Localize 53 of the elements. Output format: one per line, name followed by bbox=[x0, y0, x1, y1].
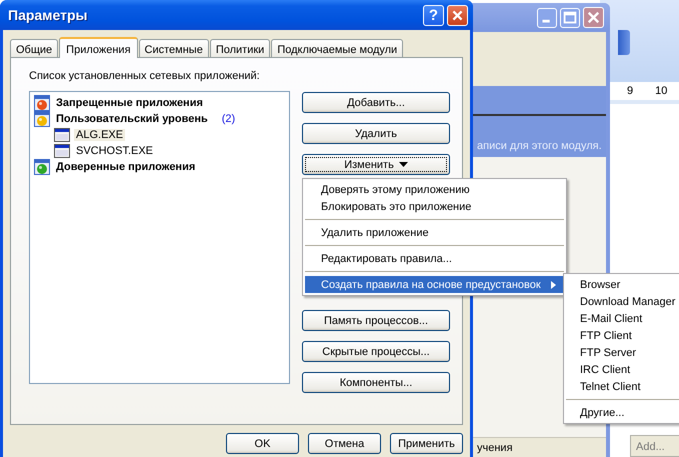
window-icon bbox=[54, 128, 70, 142]
tree-item[interactable]: ALG.EXE bbox=[74, 129, 126, 141]
status-light-icon bbox=[34, 111, 50, 127]
menu-item[interactable]: Блокировать это приложение bbox=[305, 198, 564, 215]
list-label: Список установленных сетевых приложений: bbox=[29, 70, 261, 82]
dialog-button[interactable]: OK bbox=[226, 433, 299, 454]
menu-item[interactable]: Другие... bbox=[566, 404, 679, 421]
window-title: Параметры bbox=[8, 7, 89, 23]
tree-item[interactable]: Запрещенные приложения bbox=[54, 97, 205, 109]
banner-text: аписи для этого модуля. bbox=[477, 140, 602, 152]
close-icon[interactable] bbox=[447, 4, 468, 26]
status-light-icon bbox=[34, 95, 50, 111]
submenu-item[interactable]: Создать правила на основе предустановок bbox=[305, 276, 564, 293]
dialog-button[interactable]: Отмена bbox=[308, 433, 381, 454]
tab[interactable]: Системные bbox=[138, 39, 209, 57]
tab[interactable]: Политики bbox=[210, 39, 270, 57]
dropdown-arrow-icon bbox=[398, 162, 408, 167]
menu-item[interactable]: FTP Server bbox=[566, 344, 679, 361]
minimize-icon[interactable] bbox=[537, 8, 557, 28]
status-light-icon bbox=[34, 159, 50, 175]
action-button[interactable]: Добавить... bbox=[302, 92, 450, 113]
maximize-icon[interactable] bbox=[560, 8, 580, 28]
tab[interactable]: Приложения bbox=[59, 37, 138, 58]
status-text: учения bbox=[477, 442, 513, 454]
menu-item[interactable]: Удалить приложение bbox=[305, 224, 564, 241]
menu-item[interactable]: Browser bbox=[566, 276, 679, 293]
tab[interactable]: Общие bbox=[10, 39, 58, 57]
menu-item[interactable]: Редактировать правила... bbox=[305, 250, 564, 267]
action-button[interactable]: Скрытые процессы... bbox=[302, 341, 450, 362]
window-icon bbox=[54, 144, 70, 158]
action-button[interactable]: Память процессов... bbox=[302, 310, 450, 331]
tree-item[interactable]: SVCHOST.EXE bbox=[74, 145, 156, 157]
close-icon[interactable] bbox=[583, 7, 604, 28]
ruler-number: 10 bbox=[655, 85, 668, 97]
menu-item[interactable]: IRC Client bbox=[566, 361, 679, 378]
dialog-button[interactable]: Применить bbox=[390, 433, 463, 454]
tree-item[interactable]: Доверенные приложения bbox=[54, 161, 198, 173]
tree-item[interactable]: Пользовательский уровень bbox=[54, 113, 210, 125]
add-button[interactable]: Add... bbox=[630, 435, 679, 457]
menu-item[interactable]: Доверять этому приложению bbox=[305, 181, 564, 198]
submenu-arrow-icon bbox=[551, 281, 556, 289]
action-button[interactable]: Удалить bbox=[302, 123, 450, 144]
dropdown-button[interactable]: Изменить bbox=[302, 154, 450, 175]
menu-item[interactable]: Telnet Client bbox=[566, 378, 679, 395]
menu-item[interactable]: Download Manager bbox=[566, 293, 679, 310]
menu-item[interactable]: FTP Client bbox=[566, 327, 679, 344]
menu-item[interactable]: E-Mail Client bbox=[566, 310, 679, 327]
help-button[interactable]: ? bbox=[423, 4, 444, 26]
item-count: (2) bbox=[222, 113, 236, 125]
toolbar-chevron-button[interactable] bbox=[618, 30, 630, 55]
tab[interactable]: Подключаемые модули bbox=[271, 39, 404, 57]
ruler-number: 9 bbox=[627, 85, 634, 97]
action-button[interactable]: Компоненты... bbox=[302, 372, 450, 393]
